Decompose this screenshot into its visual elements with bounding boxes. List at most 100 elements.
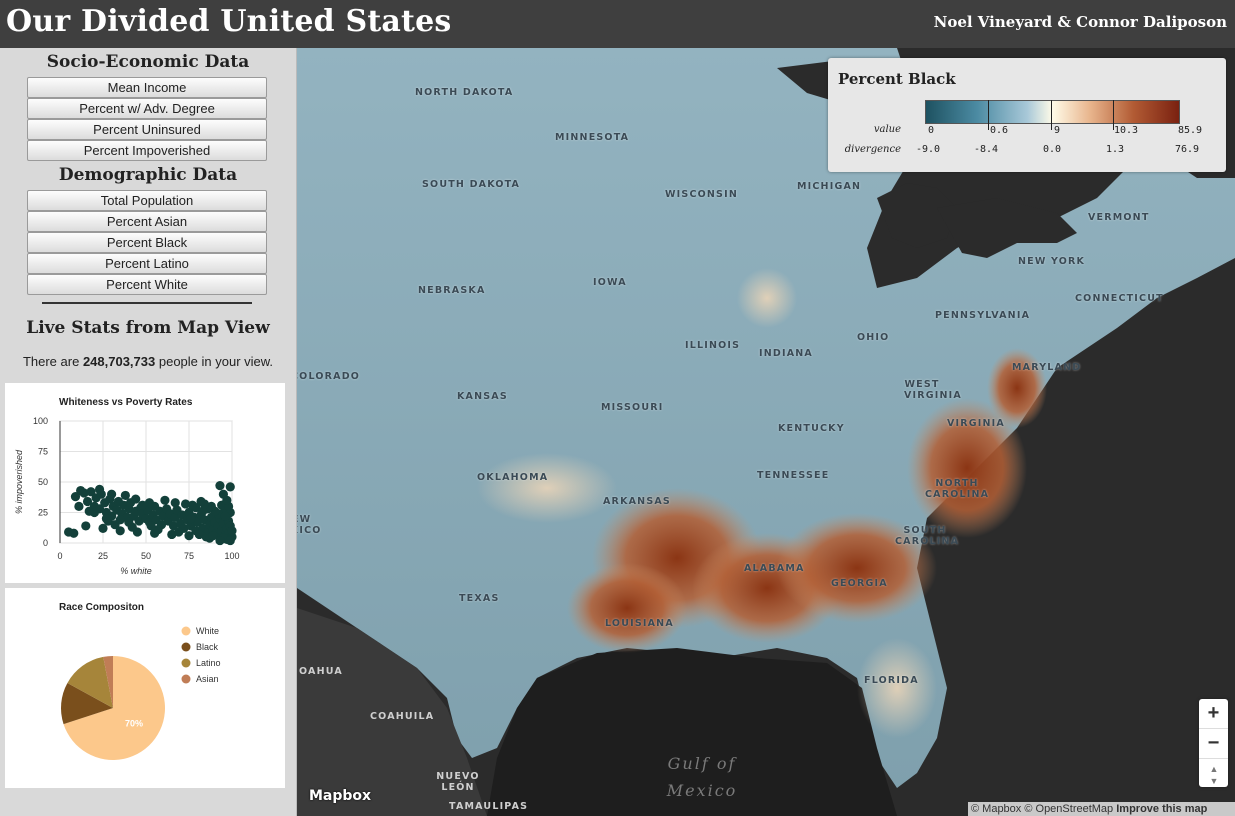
scatter-point (115, 515, 125, 525)
scatter-point (170, 498, 180, 508)
label-illinois: ILLINOIS (685, 340, 741, 351)
label-tamaulipas: TAMAULIPAS (449, 801, 529, 812)
mapbox-logo[interactable]: Mapbox (309, 788, 371, 804)
legend-value-2: 9 (1054, 125, 1061, 136)
divider (42, 302, 252, 304)
label-minnesota: MINNESOTA (555, 132, 630, 143)
impoverished-button[interactable]: Percent Impoverished (27, 140, 267, 161)
legend-panel: Percent Black value divergence 0 0.6 9 1… (828, 58, 1226, 172)
legend-label: Latino (196, 658, 221, 668)
scatter-point (120, 490, 130, 501)
map-attribution: © Mapbox © OpenStreetMap Improve this ma… (968, 802, 1235, 816)
scatter-point (184, 531, 194, 541)
label-arkansas: ARKANSAS (603, 496, 671, 507)
scatter-chart: 0 25 50 75 100 0 25 50 75 100 % white % impoverishe… (14, 416, 240, 576)
map-view[interactable]: NORTH DAKOTA MINNESOTA SOUTH DAKOTA WISC… (297, 48, 1235, 816)
label-north-carolina: NORTH CAROLINA (925, 478, 990, 500)
label-alabama: ALABAMA (744, 563, 805, 574)
label-maryland: MARYLAND (1012, 362, 1082, 373)
label-west-virginia: WEST VIRGINIA (904, 379, 962, 401)
percent-latino-button[interactable]: Percent Latino (27, 253, 267, 274)
scatter-point (107, 489, 117, 499)
improve-map-link[interactable]: Improve this map (1116, 803, 1207, 815)
label-georgia: GEORGIA (831, 578, 888, 589)
compass-icon[interactable]: ▲▼ (1209, 759, 1219, 788)
legend-value-4: 85.9 (1178, 125, 1203, 136)
zoom-out-button[interactable]: − (1199, 729, 1228, 758)
legend-div-4: 76.9 (1175, 144, 1200, 155)
x-tick-label: 75 (184, 551, 194, 561)
x-axis-label: % white (120, 566, 152, 576)
legend-label: White (196, 626, 219, 636)
socio-economic-title: Socio-Economic Data (46, 52, 250, 72)
people-count: 248,703,733 (82, 354, 156, 369)
label-chihuahua: OAHUA (299, 666, 343, 677)
sidebar: Socio-Economic Data Mean Income Percent … (0, 48, 297, 816)
attribution-text[interactable]: © Mapbox © OpenStreetMap (971, 803, 1113, 815)
zoom-controls: + − ▲▼ (1199, 699, 1228, 787)
label-florida: FLORIDA (864, 675, 919, 686)
scatter-panel: Whiteness vs Poverty Rates 0 25 50 75 100 0 25… (5, 383, 285, 583)
legend-div-1: -8.4 (974, 144, 999, 155)
scatter-point (146, 521, 156, 531)
label-kansas: KANSAS (457, 391, 508, 402)
heat-louisiana (567, 563, 687, 653)
scatter-point (218, 489, 228, 499)
legend-label: Black (196, 642, 219, 652)
label-iowa: IOWA (593, 277, 627, 288)
legend-value-3: 10.3 (1114, 125, 1139, 136)
scatter-point (180, 499, 191, 509)
legend-gradient (925, 100, 1180, 124)
percent-white-button[interactable]: Percent White (27, 274, 267, 295)
percent-black-button[interactable]: Percent Black (27, 232, 267, 253)
scatter-point (194, 529, 204, 540)
label-oklahoma: OKLAHOMA (477, 472, 549, 483)
label-colorado: COLORADO (297, 371, 361, 382)
light-indiana (737, 268, 797, 328)
demographic-title: Demographic Data (58, 165, 238, 185)
scatter-point (208, 531, 218, 541)
label-nuevo-leon: NUEVO LEÓN (436, 771, 480, 793)
label-new-york: NEW YORK (1018, 256, 1086, 267)
mean-income-button[interactable]: Mean Income (27, 77, 267, 98)
app-header: Our Divided United States Noel Vineyard … (0, 0, 1235, 48)
scatter-point (174, 527, 184, 537)
light-florida (857, 638, 937, 738)
uninsured-button[interactable]: Percent Uninsured (27, 119, 267, 140)
legend-swatch (181, 626, 191, 636)
pie-panel: Race Compositon 70% White Black Latino Asian (5, 588, 285, 788)
label-new-mexico: NEW MEXICO (297, 514, 322, 536)
percent-asian-button[interactable]: Percent Asian (27, 211, 267, 232)
label-south-carolina: SOUTH CAROLINA (895, 525, 960, 547)
scatter-point (74, 501, 84, 511)
label-kentucky: KENTUCKY (778, 423, 845, 434)
y-axis-label: % impoverished (14, 449, 24, 514)
legend-value-0: 0 (928, 125, 935, 136)
scatter-point (220, 511, 230, 521)
scatter-point (225, 535, 235, 546)
legend-tick-2 (1051, 100, 1052, 130)
scatter-point (94, 484, 105, 494)
y-tick-label: 100 (33, 416, 48, 426)
y-tick-label: 75 (38, 447, 48, 457)
label-virginia: VIRGINIA (947, 418, 1005, 429)
gulf-label: Gulf of Mexico (666, 754, 738, 800)
legend-tick-1 (988, 100, 989, 130)
legend-div-2: 0.0 (1043, 144, 1062, 155)
people-suffix: people in your view. (158, 354, 274, 369)
legend-divergence-label: divergence (844, 144, 901, 155)
x-tick-label: 0 (57, 551, 62, 561)
legend-swatch (181, 642, 191, 652)
label-connecticut: CONNECTICUT (1075, 293, 1164, 304)
label-louisiana: LOUISIANA (605, 618, 674, 629)
people-prefix: There are (22, 354, 80, 369)
y-tick-label: 25 (38, 508, 48, 518)
pie-chart: 70% White Black Latino Asian (61, 626, 221, 760)
label-coahuila: COAHUILA (370, 711, 435, 722)
scatter-point (131, 494, 141, 504)
total-population-button[interactable]: Total Population (27, 190, 267, 211)
scatter-point (69, 528, 79, 538)
legend-swatch (181, 658, 191, 668)
zoom-in-button[interactable]: + (1199, 699, 1228, 728)
adv-degree-button[interactable]: Percent w/ Adv. Degree (27, 98, 267, 119)
